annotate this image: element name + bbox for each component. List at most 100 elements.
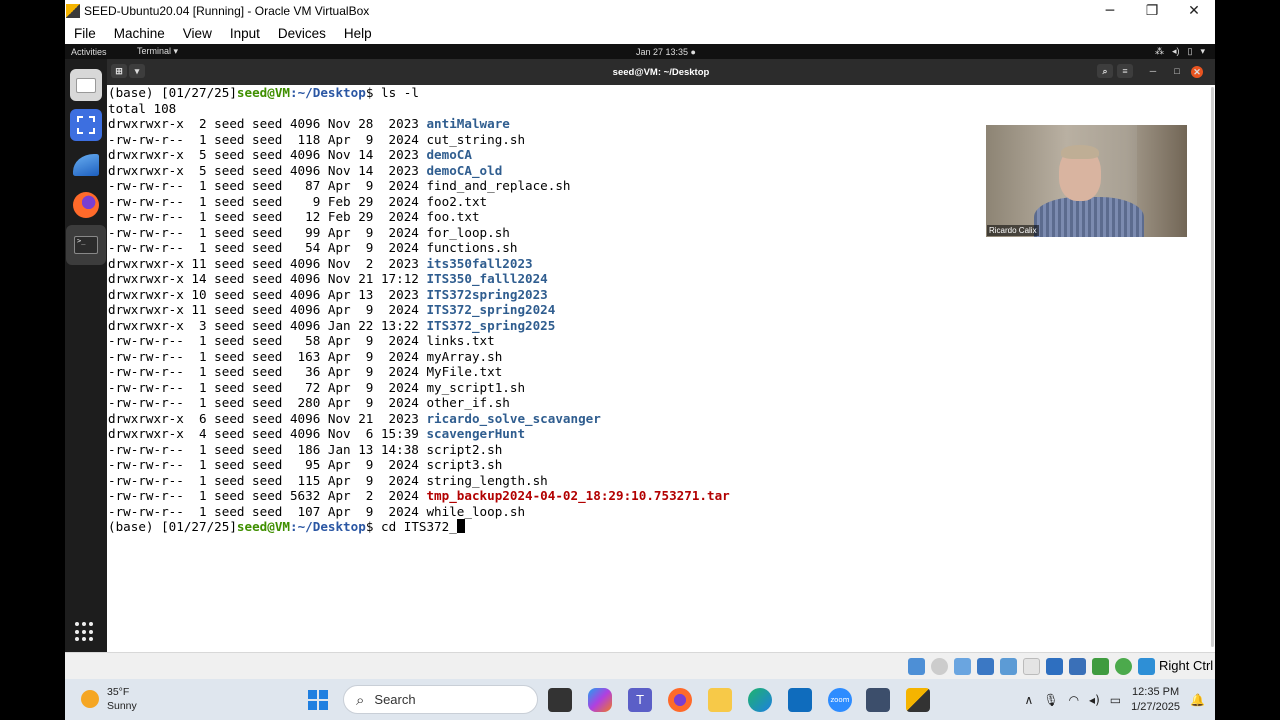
ls-entry-meta: drwxrwxr-x 6 seed seed 4096 Nov 21 2023 <box>108 410 427 426</box>
gnome-system-tray[interactable]: ⁂ ◂) ▯ ▾ <box>1155 46 1205 57</box>
ls-entry-row: -rw-rw-r-- 1 seed seed 5632 Apr 2 2024 t… <box>108 488 730 504</box>
minimize-button[interactable]: ─ <box>1089 0 1131 22</box>
prompt-line-current: (base) [01/27/25]seed@VM:~/Desktop$ cd I… <box>108 519 465 535</box>
speaker-icon[interactable]: ◂) <box>1089 693 1100 707</box>
file-explorer-icon[interactable] <box>708 688 732 712</box>
taskbar-search-box[interactable]: ⌕ Search <box>343 685 538 714</box>
ls-entry-row: drwxrwxr-x 10 seed seed 4096 Apr 13 2023… <box>108 287 548 303</box>
ls-entry-name: demoCA_old <box>426 162 503 178</box>
guest-additions-icon[interactable] <box>1092 658 1109 675</box>
weather-desc: Sunny <box>107 700 137 712</box>
video-capture-icon[interactable] <box>1046 658 1063 675</box>
firefox-icon[interactable] <box>70 189 102 221</box>
firefox-taskbar-icon[interactable] <box>668 688 692 712</box>
wifi-icon[interactable]: ◠ <box>1069 693 1079 707</box>
windows-start-icon[interactable] <box>306 688 330 712</box>
screenshot-tool-icon[interactable] <box>70 109 102 141</box>
restore-button[interactable]: ❐ <box>1131 0 1173 22</box>
notifications-bell-icon[interactable]: 🔔 <box>1190 693 1205 707</box>
ls-total-line: total 108 <box>108 101 176 117</box>
window-title: SEED-Ubuntu20.04 [Running] - Oracle VM V… <box>84 4 370 18</box>
ls-entry-row: -rw-rw-r-- 1 seed seed 280 Apr 9 2024 ot… <box>108 395 510 411</box>
weather-widget[interactable]: 35°F Sunny <box>81 685 137 713</box>
zoom-icon[interactable]: zoom <box>828 688 852 712</box>
hamburger-menu-icon[interactable]: ≡ <box>1117 64 1133 78</box>
prompt-prefix: (base) [01/27/25] <box>108 519 237 534</box>
close-button[interactable]: ✕ <box>1173 0 1215 22</box>
wireshark-icon[interactable] <box>70 149 102 181</box>
menu-devices[interactable]: Devices <box>269 26 335 41</box>
copilot-icon[interactable] <box>588 688 612 712</box>
vm-window-taskbar-icon[interactable] <box>906 688 930 712</box>
system-menu-chevron-icon: ▾ <box>1200 46 1205 56</box>
ls-entry-meta: drwxrwxr-x 5 seed seed 4096 Nov 14 2023 <box>108 147 427 162</box>
display-status-icon[interactable] <box>1023 658 1040 675</box>
prompt-user: seed@VM <box>236 519 290 534</box>
ls-entry-meta: -rw-rw-r-- 1 seed seed 186 Jan 13 14:38 <box>108 441 427 457</box>
ls-entry-meta: -rw-rw-r-- 1 seed seed 5632 Apr 2 2024 <box>108 488 427 503</box>
menu-help[interactable]: Help <box>335 26 381 41</box>
menu-input[interactable]: Input <box>221 26 269 41</box>
tray-overflow-chevron-icon[interactable]: ∧ <box>1025 693 1034 707</box>
ls-entry-name: foo2.txt <box>426 193 488 209</box>
ls-entry-row: -rw-rw-r-- 1 seed seed 163 Apr 9 2024 my… <box>108 349 502 365</box>
taskbar-clock[interactable]: 12:35 PM 1/27/2025 <box>1131 685 1180 715</box>
host-key-label: Right Ctrl <box>1159 658 1214 673</box>
ls-entry-row: -rw-rw-r-- 1 seed seed 99 Apr 9 2024 for… <box>108 225 510 241</box>
terminal-close-icon[interactable]: ✕ <box>1191 66 1203 78</box>
menu-file[interactable]: File <box>65 26 105 41</box>
network-status-icon[interactable] <box>954 658 971 675</box>
keyboard-capture-icon[interactable] <box>1138 658 1155 675</box>
usb-status-icon[interactable] <box>977 658 994 675</box>
menu-view[interactable]: View <box>174 26 221 41</box>
show-applications-grid-icon[interactable] <box>75 622 95 642</box>
ls-entry-name: my_script1.sh <box>426 379 526 395</box>
edge-icon[interactable] <box>748 688 772 712</box>
virtualbox-taskbar-icon[interactable] <box>866 688 890 712</box>
ls-entry-name: ITS372_spring2025 <box>426 317 556 333</box>
audio-status-icon[interactable] <box>931 658 948 675</box>
battery-tray-icon[interactable]: ▭ <box>1110 693 1121 707</box>
teams-icon[interactable]: T <box>628 688 652 712</box>
ls-entry-meta: -rw-rw-r-- 1 seed seed 54 Apr 9 2024 <box>108 240 427 255</box>
volume-icon: ◂) <box>1172 46 1180 56</box>
ls-entry-row: drwxrwxr-x 11 seed seed 4096 Apr 9 2024 … <box>108 302 555 318</box>
ls-entry-meta: drwxrwxr-x 2 seed seed 4096 Nov 28 2023 <box>108 116 427 131</box>
taskbar-date: 1/27/2025 <box>1131 700 1181 713</box>
terminal-minimize-icon[interactable]: ─ <box>1145 64 1161 78</box>
app-menu-terminal[interactable]: Terminal ▾ <box>125 46 245 57</box>
ls-entry-meta: -rw-rw-r-- 1 seed seed 118 Apr 9 2024 <box>108 131 427 147</box>
gnome-clock[interactable]: Jan 27 13:35 ● <box>636 47 696 57</box>
files-icon[interactable] <box>70 69 102 101</box>
cpu-status-icon[interactable] <box>1069 658 1086 675</box>
ls-entry-row: -rw-rw-r-- 1 seed seed 12 Feb 29 2024 fo… <box>108 209 480 225</box>
ls-entry-row: -rw-rw-r-- 1 seed seed 9 Feb 29 2024 foo… <box>108 194 487 210</box>
ls-entry-meta: -rw-rw-r-- 1 seed seed 12 Feb 29 2024 <box>108 209 427 224</box>
right-black-border <box>1215 0 1280 720</box>
ls-entry-name: other_if.sh <box>426 395 510 410</box>
ls-entry-meta: drwxrwxr-x 14 seed seed 4096 Nov 21 17:1… <box>108 271 427 286</box>
terminal-icon[interactable]: >_ <box>66 225 106 265</box>
ls-entry-row: -rw-rw-r-- 1 seed seed 186 Jan 13 14:38 … <box>108 442 502 458</box>
activities-button[interactable]: Activities <box>65 47 125 57</box>
terminal-scrollbar[interactable] <box>1211 87 1214 647</box>
menu-machine[interactable]: Machine <box>105 26 174 41</box>
prompt-path: :~/Desktop <box>289 85 366 100</box>
shared-folders-icon[interactable] <box>1000 658 1017 675</box>
task-view-icon[interactable] <box>548 688 572 712</box>
microsoft-store-icon[interactable] <box>788 688 812 712</box>
ls-entry-meta: -rw-rw-r-- 1 seed seed 72 Apr 9 2024 <box>108 379 427 395</box>
ls-entry-row: -rw-rw-r-- 1 seed seed 95 Apr 9 2024 scr… <box>108 457 502 473</box>
ls-entry-meta: -rw-rw-r-- 1 seed seed 107 Apr 9 2024 <box>108 503 427 519</box>
microphone-icon[interactable]: 🎙 <box>1043 693 1058 707</box>
mouse-integration-icon[interactable] <box>1115 658 1132 675</box>
optical-drive-icon[interactable] <box>908 658 925 675</box>
virtualbox-app-icon <box>66 4 80 18</box>
windows-taskbar: 35°F Sunny ⌕ Search T zoom ∧ 🎙 ◠ ◂) ▭ 12… <box>65 679 1215 720</box>
ls-entry-name: its350fall2023 <box>426 255 533 271</box>
ls-entry-meta: -rw-rw-r-- 1 seed seed 280 Apr 9 2024 <box>108 395 427 410</box>
ls-entry-meta: -rw-rw-r-- 1 seed seed 95 Apr 9 2024 <box>108 457 427 472</box>
ls-entry-name: tmp_backup2024-04-02_18:29:10.753271.tar <box>426 488 730 503</box>
search-icon[interactable]: ⌕ <box>1097 64 1113 78</box>
terminal-maximize-icon[interactable]: □ <box>1169 64 1185 78</box>
